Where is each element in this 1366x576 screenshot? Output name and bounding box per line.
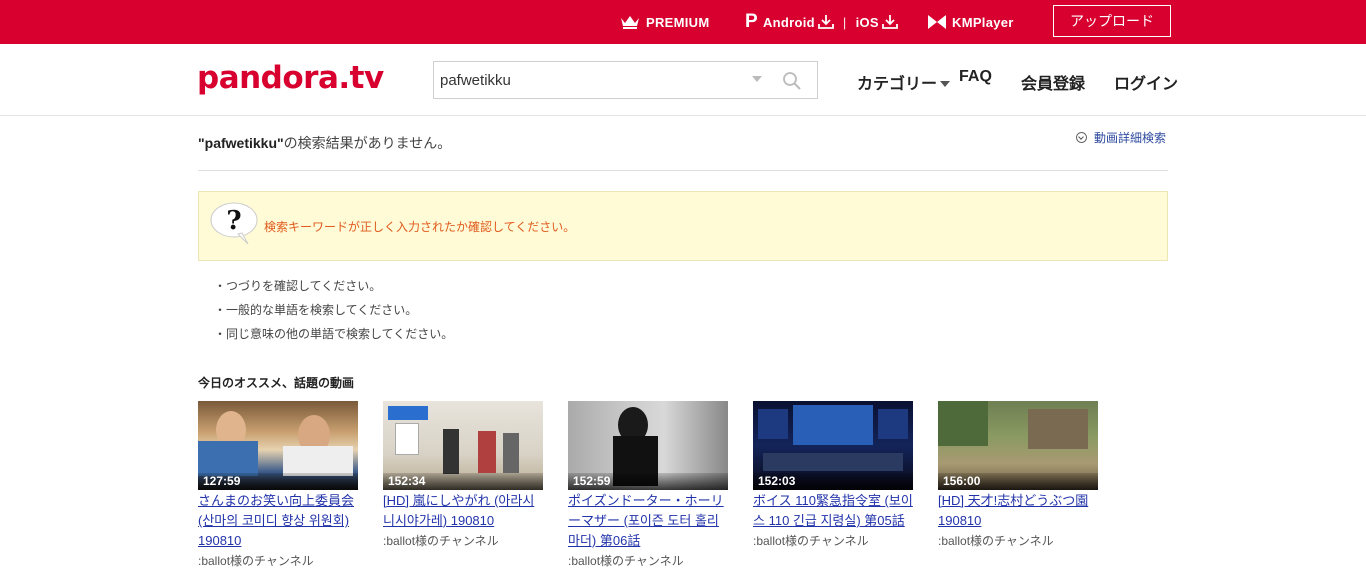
download-icon <box>818 15 834 29</box>
premium-label: PREMIUM <box>646 14 710 30</box>
divider <box>198 170 1168 171</box>
video-title-link[interactable]: さんまのお笑い向上委員会 (산마의 코미디 향상 위원회) 190810 <box>198 491 358 551</box>
tip-item: ・一般的な単語を検索してください。 <box>214 303 418 317</box>
video-channel: :ballot様のチャンネル <box>198 554 314 568</box>
tip-item: ・つづりを確認してください。 <box>214 279 382 293</box>
detail-search-link[interactable]: 動画詳細検索 <box>1076 129 1166 146</box>
recommend-title: 今日のオススメ、話題の動画 <box>198 376 355 390</box>
video-thumbnail[interactable]: 156:00 <box>938 401 1098 490</box>
video-duration: 156:00 <box>938 473 1098 490</box>
search-input[interactable] <box>434 62 746 98</box>
nav-register[interactable]: 会員登録 <box>1021 70 1085 94</box>
notice-message: 検索キーワードが正しく入力されたか確認してください。 <box>264 220 576 234</box>
svg-text:?: ? <box>226 206 241 236</box>
header: pandora.tv カテゴリー FAQ 会員登録 ログイン <box>0 44 1366 116</box>
search-dropdown-icon[interactable] <box>752 76 762 82</box>
video-card: 127:59 さんまのお笑い向上委員会 (산마의 코미디 향상 위원회) 190… <box>198 401 360 571</box>
pandora-p-icon: P <box>745 11 758 32</box>
upload-button[interactable]: アップロード <box>1053 5 1171 37</box>
video-channel: :ballot様のチャンネル <box>753 534 869 548</box>
detail-search-label: 動画詳細検索 <box>1094 131 1167 145</box>
app-links: P Android | iOS <box>745 0 898 44</box>
ios-label: iOS <box>855 14 879 30</box>
ios-link[interactable]: iOS <box>856 14 898 30</box>
chevron-down-icon <box>940 80 951 87</box>
result-message: "pafwetikku"の検索結果がありません。 <box>198 133 451 153</box>
nav-login[interactable]: ログイン <box>1114 70 1178 94</box>
search-box <box>433 61 818 99</box>
video-duration: 152:34 <box>383 473 543 490</box>
video-title-link[interactable]: ポイズンドーター・ホーリーマザー (포이즌 도터 홀리 마더) 第06話 <box>568 491 728 551</box>
video-card: 152:59 ポイズンドーター・ホーリーマザー (포이즌 도터 홀리 마더) 第… <box>568 401 730 571</box>
nav-faq[interactable]: FAQ <box>959 68 992 86</box>
video-channel: :ballot様のチャンネル <box>383 534 499 548</box>
video-thumbnail[interactable]: 152:34 <box>383 401 543 490</box>
video-duration: 152:03 <box>753 473 913 490</box>
crown-icon <box>621 16 639 29</box>
video-title-link[interactable]: ボイス 110緊急指令室 (보이스 110 긴급 지령실) 第05話 <box>753 491 913 531</box>
video-card: 156:00 [HD] 天才!志村どうぶつ園 190810 :ballot様のチ… <box>938 401 1100 551</box>
download-icon <box>882 15 898 29</box>
video-channel: :ballot様のチャンネル <box>938 534 1054 548</box>
video-title-link[interactable]: [HD] 天才!志村どうぶつ園 190810 <box>938 491 1098 531</box>
nav-category-label: カテゴリー <box>857 76 938 93</box>
premium-link[interactable]: PREMIUM <box>620 0 710 44</box>
tip-item: ・同じ意味の他の単語で検索してください。 <box>214 327 454 341</box>
video-card: 152:34 [HD] 嵐にしやがれ (아라시니시야가레) 190810 :ba… <box>383 401 545 551</box>
android-label: Android <box>762 14 815 30</box>
video-thumbnail[interactable]: 127:59 <box>198 401 358 490</box>
video-thumbnail[interactable]: 152:03 <box>753 401 913 490</box>
video-thumbnail[interactable]: 152:59 <box>568 401 728 490</box>
kmplayer-link[interactable]: KMPlayer <box>928 0 1014 44</box>
android-link[interactable]: Android <box>763 14 834 30</box>
kmplayer-label: KMPlayer <box>952 14 1014 30</box>
video-channel: :ballot様のチャンネル <box>568 554 684 568</box>
video-card: 152:03 ボイス 110緊急指令室 (보이스 110 긴급 지령실) 第05… <box>753 401 915 551</box>
video-title-link[interactable]: [HD] 嵐にしやがれ (아라시니시야가레) 190810 <box>383 491 543 531</box>
kmplayer-icon <box>928 15 946 29</box>
nav-category[interactable]: カテゴリー <box>857 70 951 94</box>
result-suffix: の検索結果がありません。 <box>283 135 452 151</box>
separator: | <box>842 14 847 30</box>
video-duration: 152:59 <box>568 473 728 490</box>
chevron-circle-icon <box>1076 132 1087 143</box>
notice-box: ? 検索キーワードが正しく入力されたか確認してください。 <box>198 191 1168 261</box>
question-bubble-icon: ? <box>210 202 258 245</box>
top-bar: PREMIUM P Android | iOS KMPlayer アップロード <box>0 0 1366 44</box>
result-query: "pafwetikku" <box>198 135 284 151</box>
video-duration: 127:59 <box>198 473 358 490</box>
search-icon[interactable] <box>782 71 802 91</box>
logo[interactable]: pandora.tv <box>197 60 384 96</box>
tips-list: ・つづりを確認してください。 ・一般的な単語を検索してください。 ・同じ意味の他… <box>214 274 453 346</box>
